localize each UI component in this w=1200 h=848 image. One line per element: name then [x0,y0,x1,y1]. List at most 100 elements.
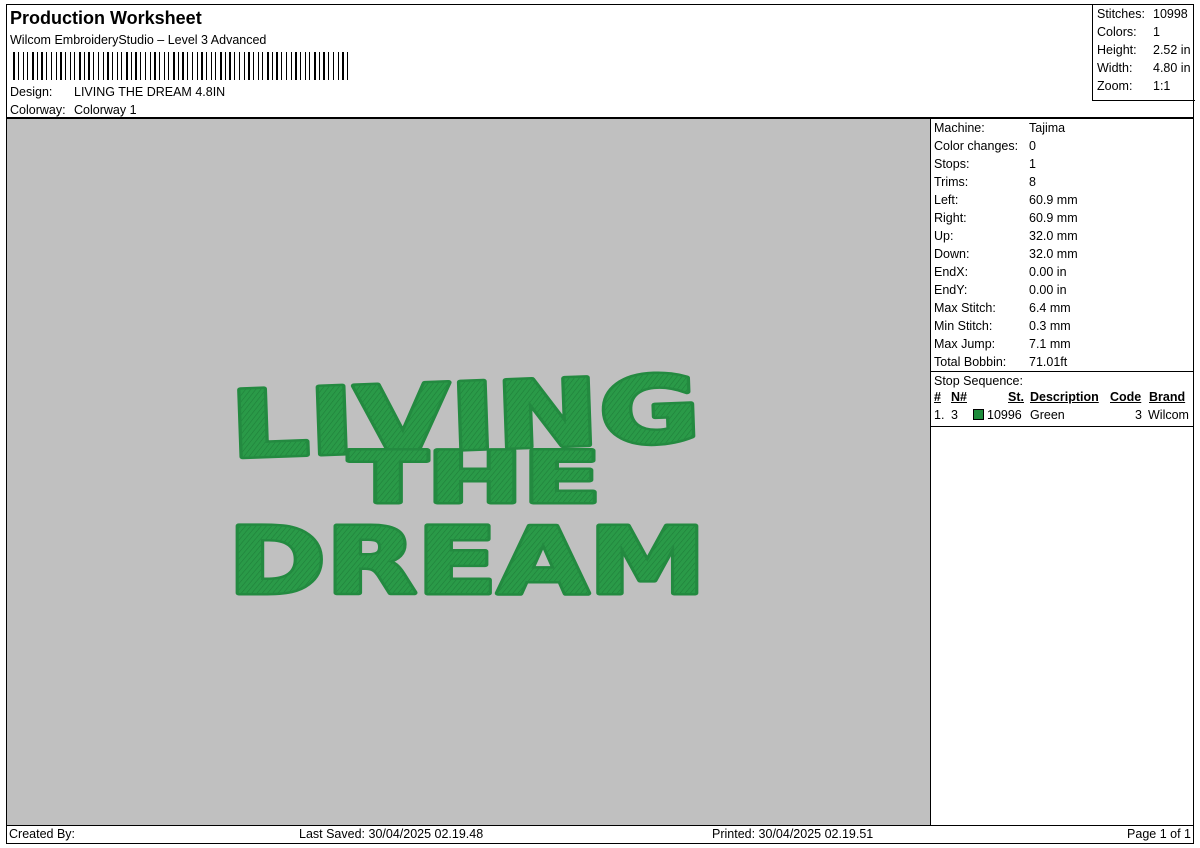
stop-sequence-title: Stop Sequence: [934,374,1023,388]
max-stitch-value: 6.4 mm [1029,301,1071,315]
design-line-the: THE [349,437,601,519]
down-row: Down: 32.0 mm [934,247,1078,261]
trims-label: Trims: [934,175,969,189]
total-bobbin-row: Total Bobbin: 71.01ft [934,355,1067,369]
barcode-bar [319,52,320,80]
up-value: 32.0 mm [1029,229,1078,243]
barcode-bar [305,52,306,80]
barcode-bar [314,52,316,80]
design-preview-canvas: LIVING THE DREAM [6,118,931,826]
design-label: Design: [10,85,53,99]
barcode-bar [291,52,292,80]
min-stitch-row: Min Stitch: 0.3 mm [934,319,1071,333]
machine-info-panel: Machine: Tajima Color changes: 0 Stops: 1 T… [930,118,1194,826]
stitches-label: Stitches: [1097,7,1145,21]
barcode-bar [178,52,179,80]
barcode-bar [131,52,132,80]
min-stitch-label: Min Stitch: [934,319,993,333]
barcode-bar [258,52,259,80]
barcode-bar [187,52,188,80]
barcode-bar [281,52,282,80]
barcode-bar [295,52,297,80]
worksheet-header: Production Worksheet Wilcom EmbroiderySt… [6,4,1195,118]
stop-sequence-table: Stop Sequence: # N# St. Description Code… [931,371,1193,427]
max-jump-label: Max Jump: [934,337,996,351]
colors-value: 1 [1153,25,1160,39]
barcode-bar [103,52,104,80]
colors-row: Colors: 1 [1097,25,1160,39]
barcode-bar [126,52,128,80]
col-header-description: Description [1030,390,1099,404]
barcode-bar [272,52,273,80]
barcode-bar [37,52,38,80]
barcode-bar [79,52,81,80]
barcode-bar [70,52,71,80]
height-row: Height: 2.52 in [1097,43,1191,57]
barcode-bar [182,52,184,80]
printed-date: Printed: 30/04/2025 02.19.51 [712,827,874,841]
max-jump-value: 7.1 mm [1029,337,1071,351]
row-num: 1. [934,408,945,422]
width-row: Width: 4.80 in [1097,61,1191,75]
machine-value: Tajima [1029,121,1066,135]
barcode-bar [18,52,19,80]
color-changes-row: Color changes: 0 [934,139,1036,153]
design-row: Design: LIVING THE DREAM 4.8IN [10,85,225,99]
max-jump-row: Max Jump: 7.1 mm [934,337,1071,351]
barcode-bar [140,52,141,80]
barcode-bar [239,52,240,80]
barcode-bar [84,52,85,80]
barcode-bar [56,52,57,80]
machine-row: Machine: Tajima [934,121,1065,135]
barcode-bar [201,52,203,80]
barcode-bar [154,52,156,80]
barcode-bar [46,52,47,80]
barcode-bar [27,52,28,80]
right-row: Right: 60.9 mm [934,211,1078,225]
right-value: 60.9 mm [1029,211,1078,225]
barcode-bar [342,52,344,80]
barcode-bar [215,52,216,80]
barcode-bar [206,52,207,80]
last-saved: Last Saved: 30/04/2025 02.19.48 [299,827,484,841]
barcode-bar [276,52,278,80]
barcode-bar [168,52,169,80]
barcode-bar [234,52,235,80]
barcode-bar [13,52,15,80]
col-header-st: St. [1008,390,1024,404]
barcode-bar [347,52,348,80]
barcode-bar [309,52,310,80]
right-label: Right: [934,211,967,225]
colorway-label: Colorway: [10,103,66,117]
barcode-bar [121,52,122,80]
barcode-bar [23,52,24,80]
barcode-bar [333,52,334,80]
max-stitch-row: Max Stitch: 6.4 mm [934,301,1071,315]
trims-value: 8 [1029,175,1036,189]
trims-row: Trims: 8 [934,175,1036,189]
down-label: Down: [934,247,970,261]
endx-label: EndX: [934,265,969,279]
stitches-row: Stitches: 10998 [1097,7,1188,21]
row-stitches: 10996 [987,408,1022,422]
stats-box: Stitches: 10998 Colors: 1 Height: 2.52 in W… [1092,5,1195,101]
barcode-bar [41,52,43,80]
barcode [13,52,348,80]
total-bobbin-label: Total Bobbin: [934,355,1007,369]
col-header-num: # [934,390,941,404]
left-value: 60.9 mm [1029,193,1078,207]
color-changes-value: 0 [1029,139,1036,153]
barcode-bar [253,52,254,80]
color-changes-label: Color changes: [934,139,1019,153]
worksheet-footer: Created By: Last Saved: 30/04/2025 02.19… [6,825,1194,844]
up-row: Up: 32.0 mm [934,229,1078,243]
zoom-value: 1:1 [1153,79,1171,93]
barcode-bar [262,52,263,80]
barcode-bar [51,52,52,80]
colors-label: Colors: [1097,25,1137,39]
barcode-bar [88,52,90,80]
stops-label: Stops: [934,157,970,171]
barcode-bar [145,52,146,80]
zoom-row: Zoom: 1:1 [1097,79,1170,93]
width-value: 4.80 in [1153,61,1191,75]
